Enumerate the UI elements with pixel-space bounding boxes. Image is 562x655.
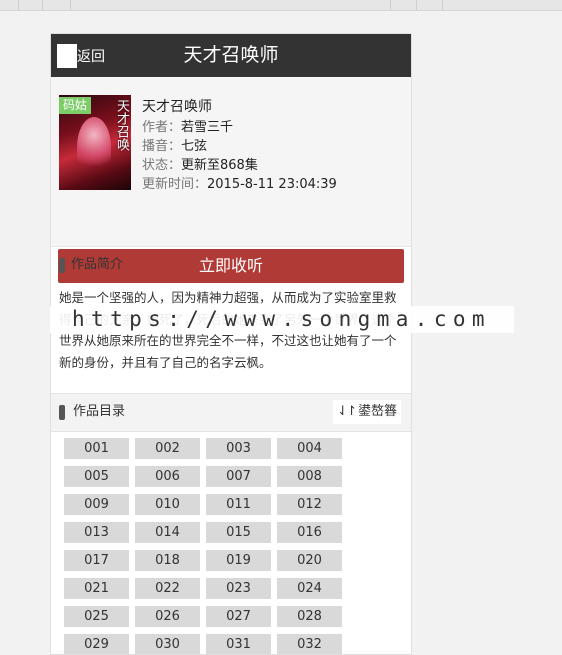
episode-button[interactable]: 025 [64,606,129,627]
author-value: 若雪三千 [181,120,234,135]
status-value: 更新至868集 [181,158,258,173]
watermark: https://www.songma.com [50,306,514,333]
updated-value: 2015-8-11 23:04:39 [207,177,337,192]
episode-button[interactable]: 027 [206,606,271,627]
episode-button[interactable]: 017 [64,550,129,571]
episode-button[interactable]: 014 [135,522,200,543]
toolbar-divider [42,0,43,10]
episode-button[interactable]: 013 [64,522,129,543]
episode-button[interactable]: 012 [277,494,342,515]
narrator-key: 播音： [142,139,182,154]
episode-button[interactable]: 032 [277,634,342,654]
intro-section-header: 作品简介 [51,247,411,283]
cover-badge: 码姑 [59,97,92,114]
episode-button[interactable]: 019 [206,550,271,571]
toolbar-divider [70,0,71,10]
episode-button[interactable]: 020 [277,550,342,571]
section-marker-icon [59,405,65,420]
sort-order-label: 鍙嶅簭 [357,404,397,419]
episode-button[interactable]: 016 [277,522,342,543]
episode-button[interactable]: 004 [277,438,342,459]
episode-button[interactable]: 008 [277,466,342,487]
page-title: 天才召唤师 [183,44,279,66]
episode-button[interactable]: 029 [64,634,129,654]
author-key: 作者： [142,120,182,135]
section-marker-icon [59,258,65,273]
catalog-section-header: 作品目录 ⇃↾ 鍙嶅簭 [51,393,411,432]
toolbar-divider [390,0,391,10]
episode-button[interactable]: 003 [206,438,271,459]
sort-order-button[interactable]: ⇃↾ 鍙嶅簭 [333,400,401,424]
updated-key: 更新时间： [142,177,208,192]
cover-illustration [77,117,111,177]
episode-button[interactable]: 018 [135,550,200,571]
author-row: 作者：若雪三千 [142,118,402,137]
toolbar-divider [416,0,417,10]
episode-button[interactable]: 026 [135,606,200,627]
toolbar-divider [442,0,443,10]
episode-button[interactable]: 030 [135,634,200,654]
narrator-row: 播音：七弦 [142,137,402,156]
episode-button[interactable]: 007 [206,466,271,487]
episode-button[interactable]: 005 [64,466,129,487]
episode-button[interactable]: 022 [135,578,200,599]
episode-button[interactable]: 006 [135,466,200,487]
episode-button[interactable]: 002 [135,438,200,459]
narrator-value: 七弦 [181,139,208,154]
book-name: 天才召唤师 [142,99,212,115]
intro-section-title: 作品简介 [71,257,124,272]
mobile-page: 返回 天才召唤师 天才召唤 码姑 天才召唤师 作者：若雪三千 播音：七弦 状态：… [50,33,412,655]
back-button[interactable]: 返回 [57,44,105,68]
book-info-panel: 天才召唤 码姑 天才召唤师 作者：若雪三千 播音：七弦 状态：更新至868集 更… [51,77,411,283]
top-bar: 返回 天才召唤师 [51,34,411,77]
episode-button[interactable]: 015 [206,522,271,543]
episode-button[interactable]: 031 [206,634,271,654]
back-label: 返回 [77,49,105,65]
episode-button[interactable]: 001 [64,438,129,459]
episode-button[interactable]: 010 [135,494,200,515]
browser-toolbar-strip [0,0,562,11]
sort-arrows-icon: ⇃↾ [337,404,357,419]
toolbar-divider [18,0,19,10]
cover-title-art: 天才召唤 [114,99,129,151]
back-icon [57,44,77,68]
book-cover[interactable]: 天才召唤 码姑 [59,95,131,190]
episode-button[interactable]: 021 [64,578,129,599]
episode-button[interactable]: 009 [64,494,129,515]
episode-button[interactable]: 011 [206,494,271,515]
catalog-section-title: 作品目录 [73,404,126,419]
episode-button[interactable]: 028 [277,606,342,627]
updated-row: 更新时间：2015-8-11 23:04:39 [142,175,402,194]
book-meta: 天才召唤师 作者：若雪三千 播音：七弦 状态：更新至868集 更新时间：2015… [142,97,402,194]
episode-button[interactable]: 023 [206,578,271,599]
episode-grid: 001 002 003 004 005 006 007 008 009 010 011 012 013 0… [64,438,364,654]
status-row: 状态：更新至868集 [142,156,402,175]
status-key: 状态： [142,158,182,173]
episode-button[interactable]: 024 [277,578,342,599]
